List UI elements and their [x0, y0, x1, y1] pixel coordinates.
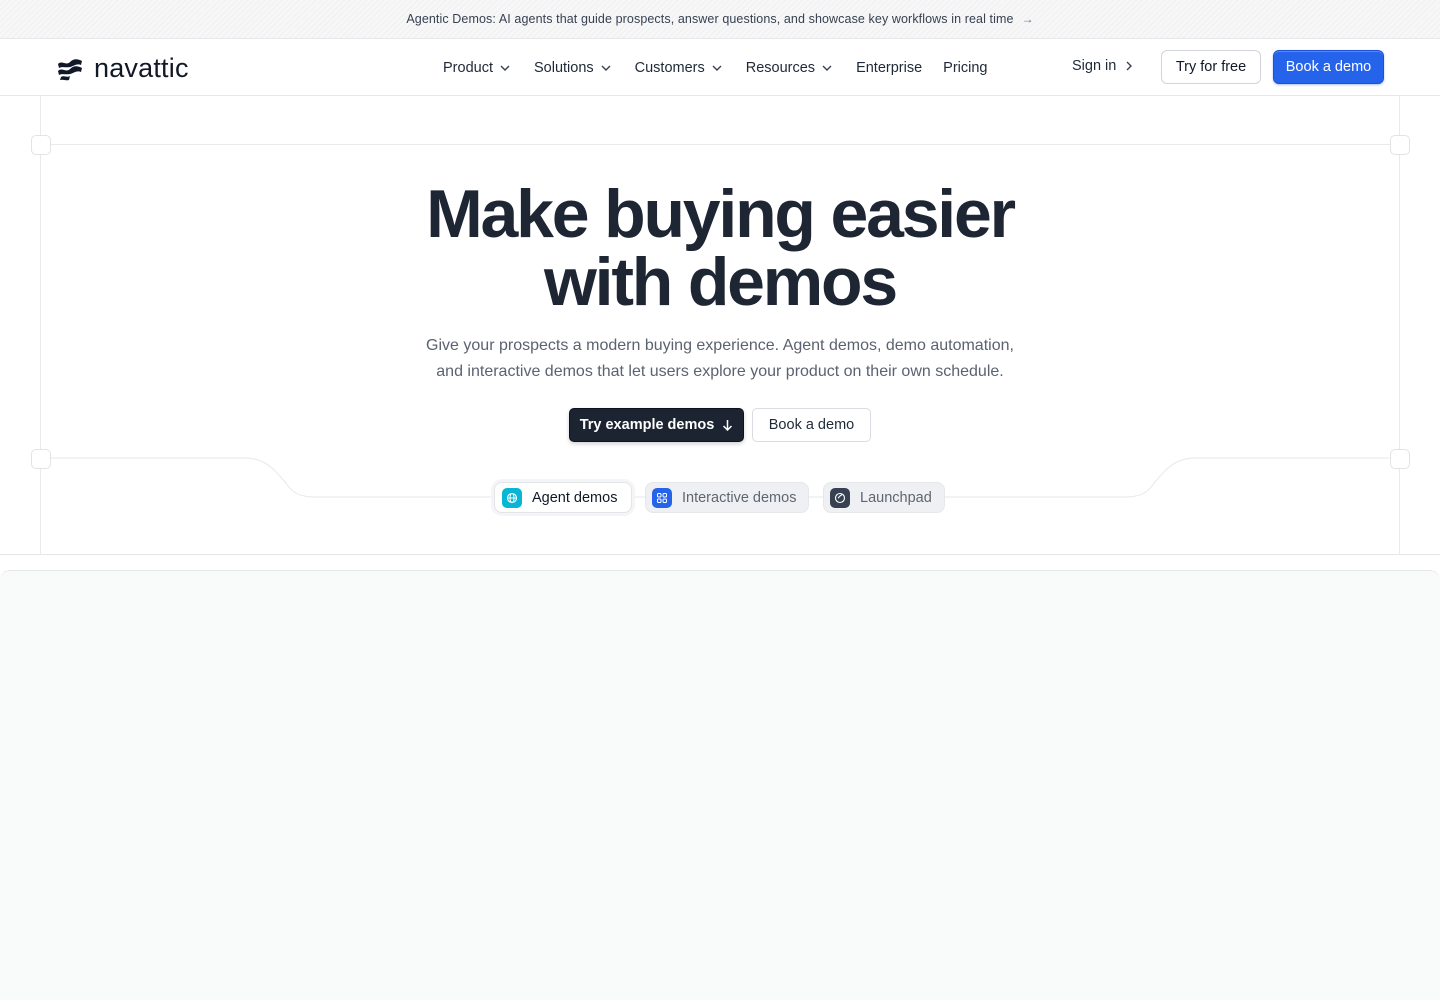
frame-corner	[31, 135, 51, 155]
tab-agent-demos[interactable]: Agent demos	[494, 482, 632, 513]
hero-subtitle-line-2: and interactive demos that let users exp…	[436, 363, 1004, 380]
frame-line-top	[41, 144, 1399, 145]
tab-label: Interactive demos	[682, 489, 797, 506]
nav-label: Enterprise	[856, 59, 923, 76]
announcement-bar[interactable]: Agentic Demos: AI agents that guide pros…	[0, 0, 1440, 39]
arrow-down-icon	[723, 420, 733, 431]
tab-label: Agent demos	[532, 489, 618, 506]
nav-customers[interactable]: Customers	[635, 60, 722, 76]
grid-icon	[652, 487, 672, 508]
chevron-down-icon	[500, 65, 510, 71]
nav-label: Customers	[634, 59, 705, 76]
chevron-down-icon	[601, 65, 611, 71]
hero-title-line-2: with demos	[543, 244, 898, 320]
sign-in-label: Sign in	[1072, 58, 1117, 74]
tab-interactive-demos[interactable]: Interactive demos	[645, 482, 809, 513]
frame-corner	[1390, 135, 1410, 155]
hero-title: Make buying easier with demos	[0, 180, 1440, 316]
try-for-free-button[interactable]: Try for free	[1161, 50, 1261, 84]
nav-label: Solutions	[533, 59, 594, 76]
hero-subtitle-line-1: Give your prospects a modern buying expe…	[426, 337, 1014, 354]
check-circle-icon	[830, 487, 850, 508]
demo-preview-panel	[0, 570, 1440, 1000]
tab-label: Launchpad	[860, 489, 932, 506]
hero-subtitle: Give your prospects a modern buying expe…	[400, 333, 1040, 385]
site-header: navattic Product Solutions Customers Res…	[0, 39, 1440, 96]
brand-logo[interactable]: navattic	[56, 53, 189, 84]
try-example-demos-button[interactable]: Try example demos	[569, 408, 744, 442]
chevron-down-icon	[822, 65, 832, 71]
book-demo-button[interactable]: Book a demo	[1273, 50, 1384, 84]
nav-label: Resources	[745, 59, 816, 76]
hero-title-line-1: Make buying easier	[426, 176, 1016, 252]
main-nav: Product Solutions Customers Resources En…	[443, 39, 1008, 96]
navattic-logo-icon	[58, 58, 82, 80]
announcement-text[interactable]: Agentic Demos: AI agents that guide pros…	[406, 12, 1013, 26]
nav-solutions[interactable]: Solutions	[534, 60, 611, 76]
nav-label: Product	[443, 59, 493, 76]
nav-resources[interactable]: Resources	[746, 60, 832, 76]
sign-in-link[interactable]: Sign in	[1072, 58, 1133, 74]
nav-enterprise[interactable]: Enterprise	[856, 60, 922, 76]
try-example-demos-label: Try example demos	[579, 417, 715, 433]
nav-label: Pricing	[943, 59, 988, 76]
tab-launchpad[interactable]: Launchpad	[823, 482, 945, 513]
brand-wordmark: navattic	[94, 53, 189, 83]
arrow-right-icon: →	[1021, 12, 1034, 26]
nav-product[interactable]: Product	[443, 60, 510, 76]
chevron-right-icon	[1126, 61, 1133, 71]
hero-book-demo-button[interactable]: Book a demo	[752, 408, 871, 442]
chevron-down-icon	[712, 65, 722, 71]
nav-pricing[interactable]: Pricing	[943, 60, 987, 76]
hero-bottom-divider	[0, 554, 1440, 555]
globe-icon	[502, 487, 522, 508]
